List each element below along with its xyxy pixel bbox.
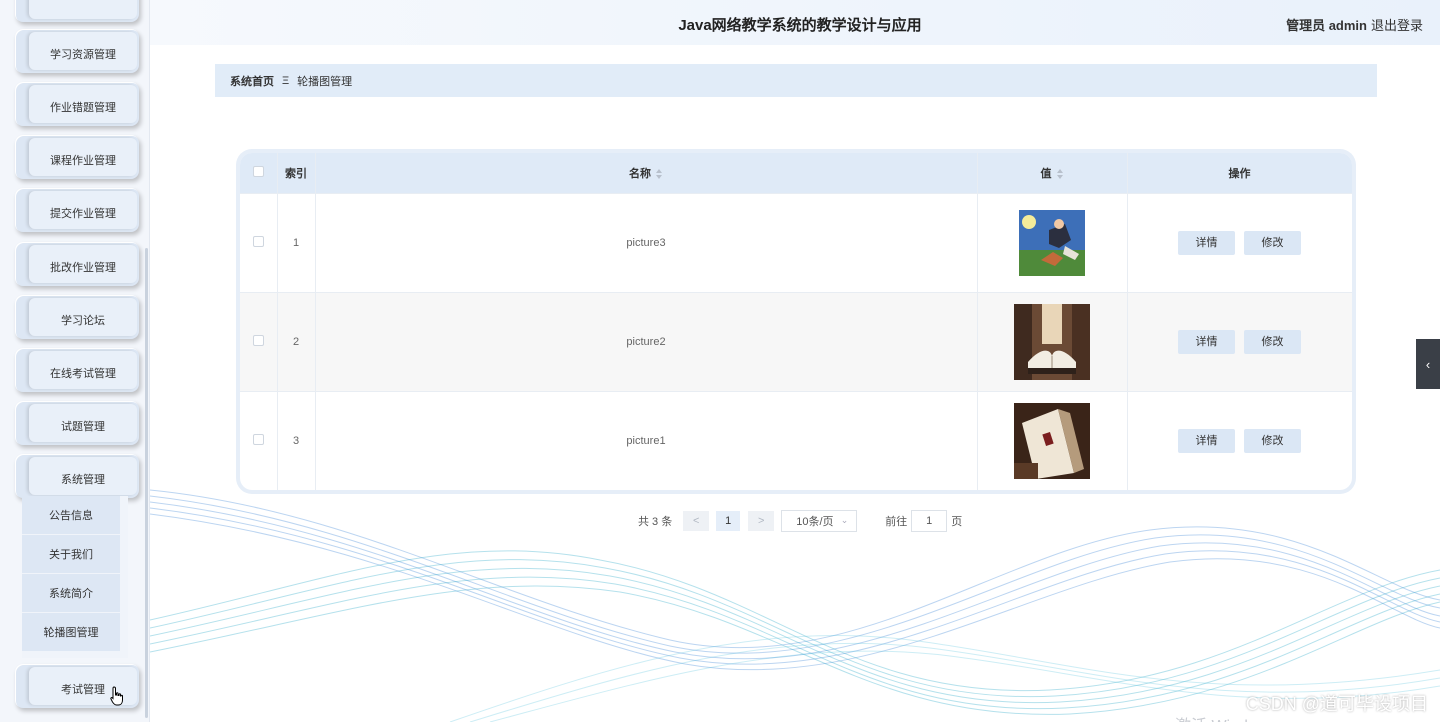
chevron-down-icon: ⌄ [840,515,849,525]
submenu-item-about[interactable]: 关于我们 [22,535,120,573]
mouse-cursor-icon [110,686,123,706]
total-count: 共 3 条 [638,516,673,528]
select-all-checkbox[interactable] [252,165,264,177]
row-name: picture3 [315,192,978,292]
sidebar-item-submit-homework[interactable]: 提交作业管理 [15,188,139,232]
edit-button[interactable]: 修改 [1244,428,1302,453]
row-checkbox[interactable] [252,433,264,445]
breadcrumb-separator: Ξ [282,74,290,87]
next-page-button[interactable]: > [748,511,775,531]
header-actions: 操作 [1127,153,1352,193]
header-value[interactable]: 值 [977,153,1128,193]
breadcrumb-current: 轮播图管理 [297,75,353,88]
row-name: picture2 [315,291,978,391]
header-index: 索引 [277,153,316,193]
edit-button[interactable]: 修改 [1244,329,1302,354]
logout-link[interactable]: 退出登录 [1371,15,1423,34]
drawer-toggle-button[interactable]: ‹ [1416,339,1440,389]
table-row: 2 picture2 详情 修改 [240,291,1352,391]
row-index: 2 [277,291,316,391]
chevron-left-icon: ‹ [1425,356,1431,372]
table-header-row: 索引 名称 值 操作 [240,153,1352,193]
sidebar-item-system[interactable]: 系统管理 [15,454,139,498]
page-size-select[interactable]: 10条/页 ⌄ [781,510,858,532]
open-book-library-image[interactable] [1014,303,1090,380]
row-index: 1 [277,192,316,292]
carousel-table-card: 索引 名称 值 操作 1 picture3 详情 修改 2 picture2 详… [236,149,1356,494]
select-all-cell [240,153,278,193]
breadcrumb-home[interactable]: 系统首页 [230,73,274,89]
sidebar-item-course-homework[interactable]: 课程作业管理 [15,135,139,179]
table-row: 1 picture3 详情 修改 [240,192,1352,292]
row-index: 3 [277,390,316,490]
sidebar: 学习资源管理 作业错题管理 课程作业管理 提交作业管理 批改作业管理 学习论坛 … [0,0,150,722]
goto-label: 前往 [885,516,908,528]
breadcrumb: 系统首页 Ξ 轮播图管理 [215,64,1377,97]
pagination: 共 3 条 < 1 > 10条/页 ⌄ 前往 1 页 [638,510,962,532]
sidebar-item-online-exam[interactable]: 在线考试管理 [15,348,139,392]
sort-icon[interactable] [655,168,663,179]
page-suffix: 页 [951,516,963,528]
detail-button[interactable]: 详情 [1177,329,1235,354]
sidebar-item-questions[interactable]: 试题管理 [15,401,139,445]
book-spine-closeup-image[interactable] [1014,402,1090,479]
prev-page-button[interactable]: < [683,511,710,531]
top-header: Java网络教学系统的教学设计与应用 管理员 admin 退出登录 [150,0,1440,45]
user-label: 管理员 admin [1286,18,1367,33]
carousel-table: 索引 名称 值 操作 1 picture3 详情 修改 2 picture2 详… [240,153,1352,490]
submenu-item-carousel[interactable]: 轮播图管理 [22,613,120,651]
page-number-current[interactable]: 1 [716,511,741,531]
sidebar-item-grade-homework[interactable]: 批改作业管理 [15,242,139,286]
detail-button[interactable]: 详情 [1177,428,1235,453]
os-activation-watermark: 激活 Windows [1175,712,1276,722]
submenu-item-intro[interactable]: 系统简介 [22,574,120,612]
row-checkbox[interactable] [252,334,264,346]
submenu-item-notice[interactable]: 公告信息 [22,496,120,534]
sidebar-item-resources[interactable]: 学习资源管理 [15,29,139,73]
sidebar-item-partial[interactable] [15,0,139,22]
page-title: Java网络教学系统的教学设计与应用 [678,17,922,34]
sidebar-item-forum[interactable]: 学习论坛 [15,295,139,339]
header-name[interactable]: 名称 [315,153,978,193]
sidebar-scrollbar[interactable] [145,248,148,718]
sidebar-item-wrong-questions[interactable]: 作业错题管理 [15,82,139,126]
table-row: 3 picture1 详情 修改 [240,390,1352,490]
background-waves [150,489,1440,722]
cartoon-boy-moon-image[interactable] [1019,209,1085,276]
goto-page-input[interactable]: 1 [911,510,948,532]
row-name: picture1 [315,390,978,490]
row-checkbox[interactable] [252,235,264,247]
sort-icon[interactable] [1056,168,1064,179]
edit-button[interactable]: 修改 [1244,230,1302,255]
detail-button[interactable]: 详情 [1177,230,1235,255]
